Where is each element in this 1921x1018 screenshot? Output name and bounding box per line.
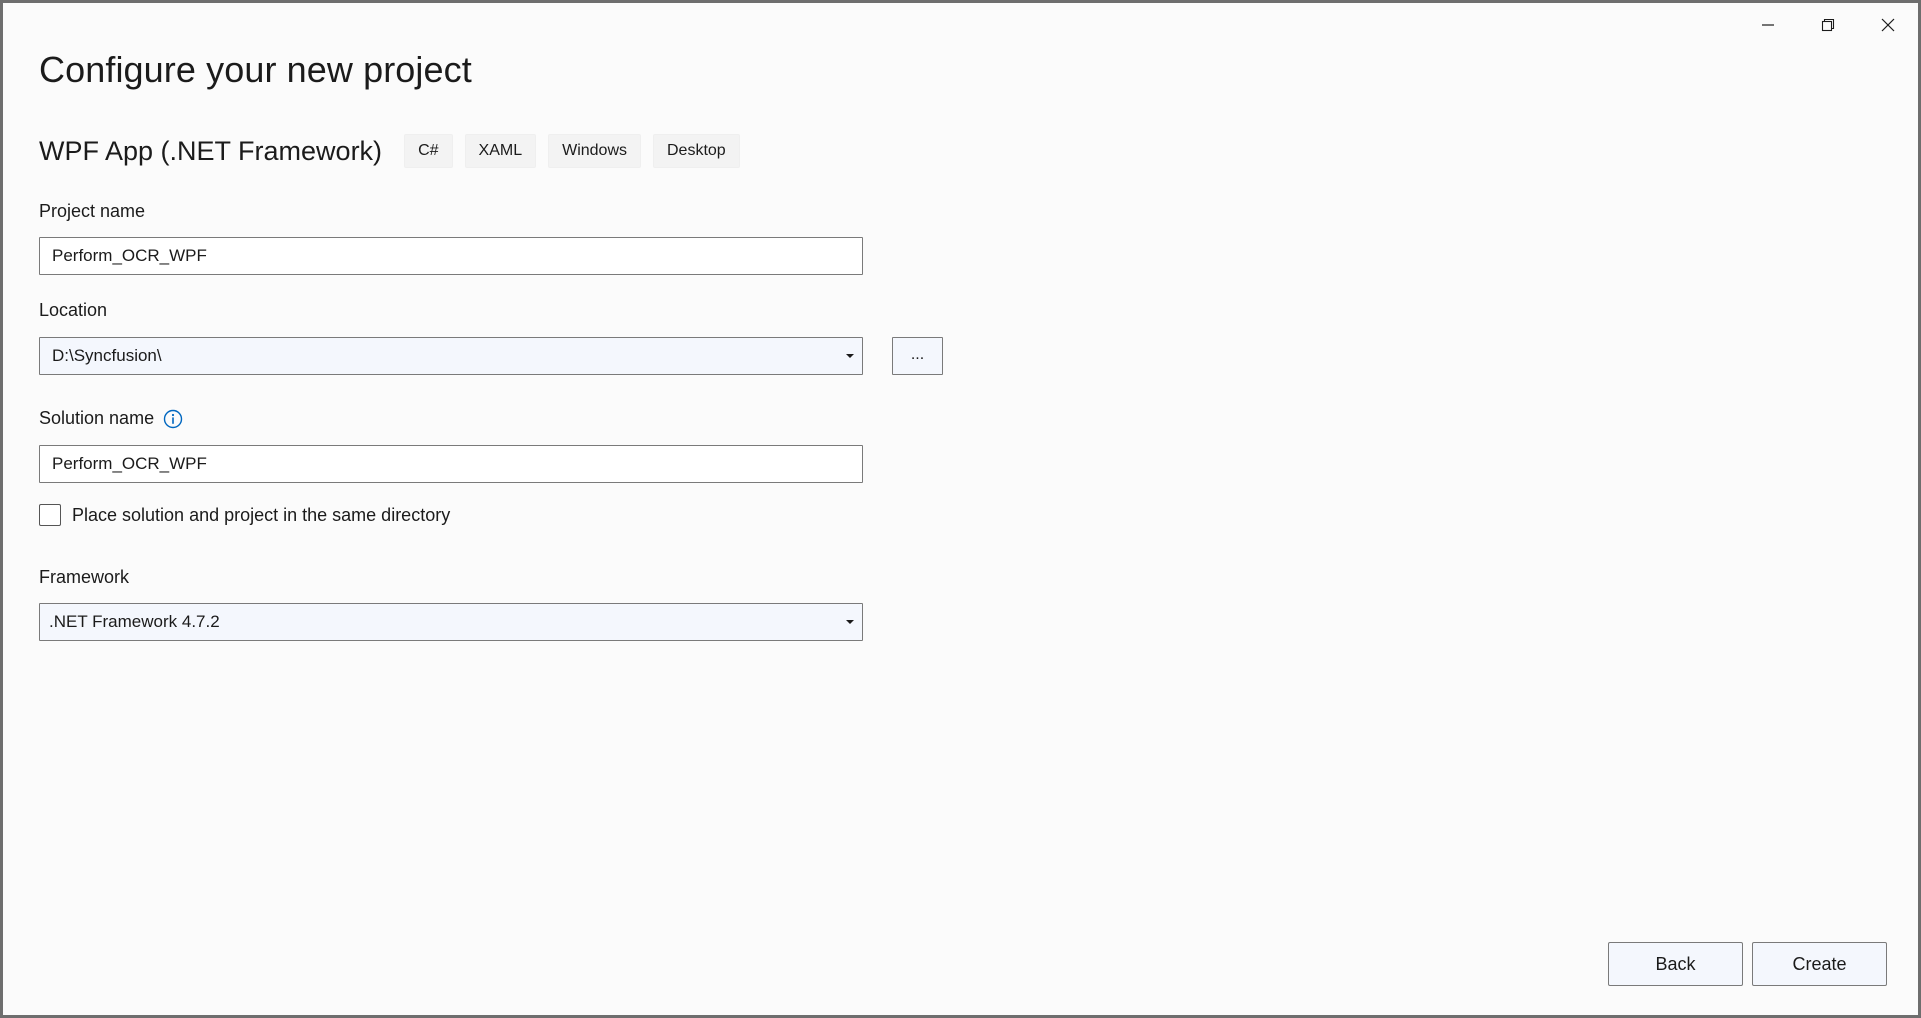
framework-dropdown-arrow[interactable] [838,604,862,640]
location-combobox[interactable]: D:\Syncfusion\ [39,337,863,375]
project-name-label-text: Project name [39,201,146,221]
framework-value: .NET Framework 4.7.2 [49,612,220,631]
location-label: Location [39,300,107,321]
dialog-window: Configure your new project WPF App (.NET… [3,3,1918,1015]
framework-label: Framework [39,567,129,588]
solution-name-input[interactable] [39,445,863,483]
tag-platform: Windows [548,134,641,168]
back-button[interactable]: Back [1608,942,1743,986]
page-title: Configure your new project [39,49,472,90]
close-button[interactable] [1858,3,1918,47]
tag-project-type: Desktop [653,134,740,168]
close-icon [1881,18,1895,32]
template-name: WPF App (.NET Framework) [39,135,383,166]
location-dropdown-arrow[interactable] [838,338,862,374]
info-icon[interactable] [163,409,183,429]
framework-combobox[interactable]: .NET Framework 4.7.2 [39,603,863,641]
framework-label-text: Framework [39,567,130,587]
location-label-text: Location [39,300,108,320]
solution-name-label: Solution name [39,408,183,429]
location-value: D:\Syncfusion\ [52,346,162,365]
caret-down-icon [846,620,854,624]
same-directory-option[interactable]: Place solution and project in the same d… [39,504,450,526]
restore-button[interactable] [1798,3,1858,47]
project-name-label: Project name [39,201,145,222]
create-button[interactable]: Create [1752,942,1887,986]
same-directory-label[interactable]: Place solution and project in the same d… [72,505,450,526]
browse-location-button[interactable]: ... [892,337,943,375]
tag-language: C# [404,134,453,168]
tag-markup: XAML [464,134,537,168]
restore-icon [1821,18,1835,32]
solution-name-label-text: Solution name [39,408,155,428]
same-directory-checkbox[interactable] [39,504,61,526]
caret-down-icon [846,354,854,358]
title-bar-controls [1738,3,1918,47]
minimize-button[interactable] [1738,3,1798,47]
project-name-input[interactable] [39,237,863,275]
minimize-icon [1762,24,1774,26]
template-info: WPF App (.NET Framework) C# XAML Windows… [39,131,752,171]
